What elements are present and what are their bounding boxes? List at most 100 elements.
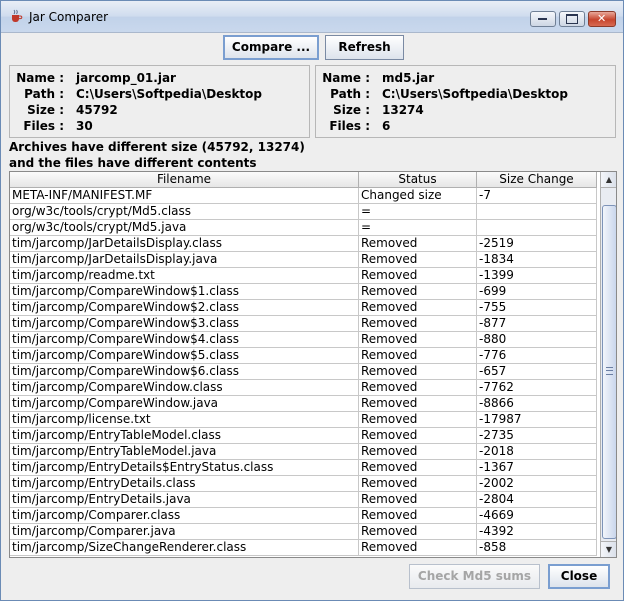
arrow-down-icon: ▼ [605,545,613,554]
vertical-scrollbar[interactable]: ▲ ▼ [600,172,616,557]
table-row[interactable]: tim/jarcomp/EntryDetails$EntryStatus.cla… [10,459,597,476]
check-md5-sums-button[interactable]: Check Md5 sums [409,564,540,589]
table-row[interactable]: tim/jarcomp/EntryDetails.java Removed -280… [10,491,597,508]
table-row[interactable]: tim/jarcomp/Comparer.class Removed -4669 [10,507,597,524]
results-table: Filename Status Size Change META-INF/MAN… [10,172,597,556]
compare-button[interactable]: Compare ... [223,35,319,60]
table-row[interactable]: tim/jarcomp/JarDetailsDisplay.java Remove… [10,251,597,268]
name-label: Name : [322,71,370,85]
table-row[interactable]: tim/jarcomp/EntryTableModel.class Removed… [10,427,597,444]
cell-filename: tim/jarcomp/EntryDetails.java [10,491,359,508]
left-archive-path: C:\Users\Softpedia\Desktop [76,87,263,101]
cell-filename: tim/jarcomp/Comparer.class [10,507,359,524]
cell-status: Removed [358,363,477,380]
cell-size-change: -17987 [476,411,597,428]
scroll-up-button[interactable]: ▲ [601,172,616,188]
column-header-filename[interactable]: Filename [10,172,359,188]
column-header-size-change[interactable]: Size Change [476,172,597,188]
close-icon: ✕ [597,12,607,25]
cell-size-change: -755 [476,299,597,316]
cell-status: Removed [358,491,477,508]
close-button[interactable]: Close [548,564,610,589]
cell-status: Removed [358,299,477,316]
cell-size-change: -7762 [476,379,597,396]
table-row[interactable]: tim/jarcomp/readme.txt Removed -1399 [10,267,597,284]
maximize-icon [566,14,578,24]
file-comparison-table[interactable]: Filename Status Size Change META-INF/MAN… [9,171,617,558]
close-window-button[interactable]: ✕ [588,11,616,27]
cell-size-change [476,203,597,220]
column-header-status[interactable]: Status [358,172,477,188]
table-body: META-INF/MANIFEST.MF Changed size -7 org/w3… [10,187,597,556]
cell-status: Removed [358,283,477,300]
cell-status: Removed [358,379,477,396]
table-row[interactable]: tim/jarcomp/CompareWindow$5.class Removed… [10,347,597,364]
cell-filename: tim/jarcomp/JarDetailsDisplay.class [10,235,359,252]
java-cup-icon [9,9,23,23]
cell-filename: tim/jarcomp/CompareWindow$2.class [10,299,359,316]
cell-status: Removed [358,411,477,428]
cell-filename: tim/jarcomp/SizeChangeRenderer.class [10,539,359,556]
cell-filename: tim/jarcomp/CompareWindow$5.class [10,347,359,364]
table-row[interactable]: tim/jarcomp/JarDetailsDisplay.class Remov… [10,235,597,252]
maximize-button[interactable] [559,11,585,27]
cell-size-change: -2519 [476,235,597,252]
cell-status: Removed [358,459,477,476]
cell-status: Removed [358,443,477,460]
title-bar[interactable]: Jar Comparer ✕ [1,1,623,33]
table-row[interactable]: tim/jarcomp/CompareWindow.java Removed -88… [10,395,597,412]
cell-status: Removed [358,251,477,268]
cell-filename: org/w3c/tools/crypt/Md5.class [10,203,359,220]
cell-status: Removed [358,475,477,492]
table-row[interactable]: org/w3c/tools/crypt/Md5.java = [10,219,597,236]
cell-status: Removed [358,331,477,348]
size-label: Size : [27,103,64,117]
table-row[interactable]: tim/jarcomp/Comparer.java Removed -4392 [10,523,597,540]
table-row[interactable]: org/w3c/tools/crypt/Md5.class = [10,203,597,220]
cell-status: Removed [358,347,477,364]
cell-size-change [476,219,597,236]
left-archive-size: 45792 [76,103,118,117]
scrollbar-thumb[interactable] [602,205,616,539]
table-row[interactable]: tim/jarcomp/SizeChangeRenderer.class Remo… [10,539,597,556]
table-row[interactable]: META-INF/MANIFEST.MF Changed size -7 [10,187,597,204]
cell-size-change: -8866 [476,395,597,412]
cell-filename: tim/jarcomp/EntryTableModel.class [10,427,359,444]
table-row[interactable]: tim/jarcomp/license.txt Removed -17987 [10,411,597,428]
scroll-down-button[interactable]: ▼ [601,541,616,557]
refresh-button[interactable]: Refresh [325,35,404,60]
cell-filename: tim/jarcomp/readme.txt [10,267,359,284]
table-row[interactable]: tim/jarcomp/CompareWindow$6.class Removed… [10,363,597,380]
table-row[interactable]: tim/jarcomp/CompareWindow$1.class Removed… [10,283,597,300]
path-label: Path : [330,87,370,101]
cell-status: Removed [358,523,477,540]
table-row[interactable]: tim/jarcomp/CompareWindow$2.class Removed… [10,299,597,316]
cell-filename: tim/jarcomp/CompareWindow.class [10,379,359,396]
right-archive-name: md5.jar [382,71,435,85]
files-label: Files : [23,119,64,133]
cell-status: Removed [358,427,477,444]
cell-filename: tim/jarcomp/CompareWindow$6.class [10,363,359,380]
table-row[interactable]: tim/jarcomp/CompareWindow$3.class Removed… [10,315,597,332]
cell-size-change: -880 [476,331,597,348]
comparison-message-line2: and the files have different contents [9,156,257,170]
table-row[interactable]: tim/jarcomp/CompareWindow.class Removed -7… [10,379,597,396]
cell-filename: tim/jarcomp/CompareWindow$1.class [10,283,359,300]
table-row[interactable]: tim/jarcomp/CompareWindow$4.class Removed… [10,331,597,348]
cell-size-change: -858 [476,539,597,556]
comparison-message-line1: Archives have different size (45792, 132… [9,140,305,154]
table-row[interactable]: tim/jarcomp/EntryTableModel.java Removed -… [10,443,597,460]
cell-size-change: -1834 [476,251,597,268]
left-archive-files: 30 [76,119,93,133]
cell-filename: tim/jarcomp/Comparer.java [10,523,359,540]
cell-status: Changed size [358,187,477,204]
left-archive-name: jarcomp_01.jar [76,71,176,85]
cell-filename: tim/jarcomp/EntryDetails.class [10,475,359,492]
cell-filename: tim/jarcomp/license.txt [10,411,359,428]
cell-size-change: -7 [476,187,597,204]
cell-status: = [358,203,477,220]
table-row[interactable]: tim/jarcomp/EntryDetails.class Removed -20… [10,475,597,492]
minimize-button[interactable] [530,11,556,27]
files-label: Files : [329,119,370,133]
cell-status: Removed [358,235,477,252]
